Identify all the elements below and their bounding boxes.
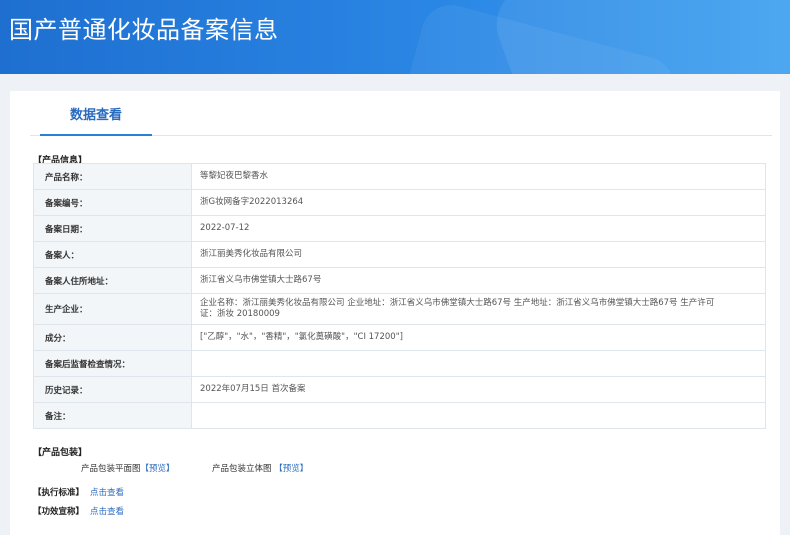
row-label: 成分： bbox=[33, 324, 192, 351]
tab-bar: 数据查看 bbox=[30, 91, 772, 136]
row-label: 备案日期： bbox=[33, 215, 192, 242]
table-row: 备案后监督检查情况： bbox=[33, 350, 766, 377]
product-info-table: 产品名称： 等黎妃夜巴黎香水 备案编号： 浙G妆网备字2022013264 备案… bbox=[33, 163, 766, 429]
row-label: 备案后监督检查情况： bbox=[33, 350, 192, 377]
table-row: 备案人住所地址： 浙江省义乌市佛堂镇大士路67号 bbox=[33, 267, 766, 294]
header-banner: 国产普通化妆品备案信息 bbox=[0, 0, 790, 74]
packaging-flat-preview-link[interactable]: 【预览】 bbox=[141, 464, 175, 474]
standard-row: 【执行标准】 点击查看 bbox=[33, 486, 124, 498]
table-row: 备案人： 浙江丽美秀化妆品有限公司 bbox=[33, 241, 766, 268]
row-value: 等黎妃夜巴黎香水 bbox=[191, 163, 766, 190]
packaging-flat-label: 产品包装平面图 bbox=[81, 464, 141, 474]
row-value: 浙G妆网备字2022013264 bbox=[191, 189, 766, 216]
tab-data-view[interactable]: 数据查看 bbox=[40, 91, 152, 136]
packaging-3d-preview-link[interactable]: 【预览】 bbox=[274, 464, 308, 474]
table-row: 备案日期： 2022-07-12 bbox=[33, 215, 766, 242]
table-row: 产品名称： 等黎妃夜巴黎香水 bbox=[33, 163, 766, 190]
row-value bbox=[191, 402, 766, 429]
row-value: ["乙醇"，"水"，"香精"，"氯化薁磺酸"，"CI 17200"] bbox=[191, 324, 766, 351]
packaging-3d: 产品包装立体图 【预览】 bbox=[212, 462, 308, 474]
row-label: 备案编号： bbox=[33, 189, 192, 216]
row-value: 浙江丽美秀化妆品有限公司 bbox=[191, 241, 766, 268]
efficacy-label: 【功效宣称】 bbox=[33, 507, 85, 517]
page-title: 国产普通化妆品备案信息 bbox=[9, 16, 279, 44]
table-row: 生产企业： 企业名称：浙江丽美秀化妆品有限公司 企业地址：浙江省义乌市佛堂镇大士… bbox=[33, 293, 766, 325]
row-label: 备案人住所地址： bbox=[33, 267, 192, 294]
table-row: 历史记录： 2022年07月15日 首次备案 bbox=[33, 376, 766, 403]
row-label: 备案人： bbox=[33, 241, 192, 268]
row-label: 产品名称： bbox=[33, 163, 192, 190]
row-label: 生产企业： bbox=[33, 293, 192, 325]
standard-label: 【执行标准】 bbox=[33, 488, 85, 498]
table-row: 备注： bbox=[33, 402, 766, 429]
standard-view-link[interactable]: 点击查看 bbox=[90, 488, 124, 498]
row-label: 历史记录： bbox=[33, 376, 192, 403]
efficacy-row: 【功效宣称】 点击查看 bbox=[33, 505, 124, 517]
row-value: 2022年07月15日 首次备案 bbox=[191, 376, 766, 403]
content-card: 数据查看 【产品信息】 产品名称： 等黎妃夜巴黎香水 备案编号： 浙G妆网备字2… bbox=[10, 91, 780, 535]
table-row: 备案编号： 浙G妆网备字2022013264 bbox=[33, 189, 766, 216]
efficacy-view-link[interactable]: 点击查看 bbox=[90, 507, 124, 517]
table-row: 成分： ["乙醇"，"水"，"香精"，"氯化薁磺酸"，"CI 17200"] bbox=[33, 324, 766, 351]
row-label: 备注： bbox=[33, 402, 192, 429]
packaging-heading: 【产品包装】 bbox=[33, 448, 88, 458]
row-value: 浙江省义乌市佛堂镇大士路67号 bbox=[191, 267, 766, 294]
packaging-3d-label: 产品包装立体图 bbox=[212, 464, 272, 474]
row-value bbox=[191, 350, 766, 377]
row-value: 企业名称：浙江丽美秀化妆品有限公司 企业地址：浙江省义乌市佛堂镇大士路67号 生… bbox=[191, 293, 766, 325]
packaging-flat: 产品包装平面图【预览】 bbox=[81, 462, 175, 474]
row-value: 2022-07-12 bbox=[191, 215, 766, 242]
